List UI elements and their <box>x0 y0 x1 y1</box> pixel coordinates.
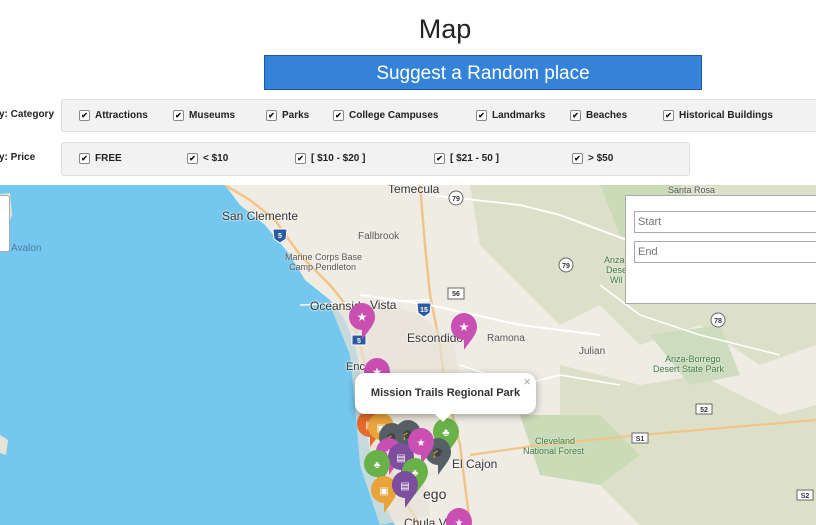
checkbox-checked-icon[interactable]: ✔ <box>333 110 344 121</box>
checkbox-checked-icon[interactable]: ✔ <box>295 153 306 164</box>
tree-icon: ♣ <box>442 427 449 439</box>
checkbox-price-10-20[interactable]: ✔[ $10 - $20 ] <box>295 153 365 164</box>
checkbox-college-campuses[interactable]: ✔ College Campuses <box>333 110 438 121</box>
star-icon: ★ <box>455 518 464 525</box>
popup-close-icon[interactable]: × <box>523 374 531 389</box>
category-filter-panel: ✔ Attractions ✔ Museums ✔ Parks ✔ College Ca… <box>61 99 816 132</box>
checkbox-attractions[interactable]: ✔ Attractions <box>79 110 148 121</box>
marker-attraction-chula-vista[interactable]: ★ <box>446 508 472 525</box>
directions-panel <box>625 195 816 304</box>
marker-attraction-oceanside[interactable]: ★ <box>349 303 375 340</box>
document-icon: ▤ <box>396 453 405 464</box>
price-filter-label: y: Price <box>0 152 36 163</box>
image-icon: ▣ <box>379 486 388 497</box>
price-filter-panel: ✔ FREE ✔ < $10 ✔[ $10 - $20 ] ✔[ $21 - 50 … <box>61 142 690 176</box>
checkbox-museums[interactable]: ✔ Museums <box>173 110 235 121</box>
checkbox-price-under-10[interactable]: ✔ < $10 <box>187 153 228 164</box>
checkbox-checked-icon[interactable]: ✔ <box>79 153 90 164</box>
graduation-cap-icon: 🎓 <box>432 447 444 459</box>
checkbox-price-over-50[interactable]: ✔ > $50 <box>572 153 613 164</box>
checkbox-checked-icon[interactable]: ✔ <box>79 110 90 121</box>
map-zoom-control[interactable] <box>0 195 10 252</box>
page-title: Map <box>418 14 472 44</box>
checkbox-checked-icon[interactable]: ✔ <box>266 110 277 121</box>
checkbox-price-free[interactable]: ✔ FREE <box>79 153 122 164</box>
popup-tip <box>435 414 451 422</box>
marker-attraction-escondido[interactable]: ★ <box>451 313 477 350</box>
checkbox-checked-icon[interactable]: ✔ <box>187 153 198 164</box>
suggest-random-place-button[interactable]: Suggest a Random place <box>264 55 702 90</box>
checkbox-checked-icon[interactable]: ✔ <box>476 110 487 121</box>
checkbox-historical-buildings[interactable]: ✔ Historical Buildings <box>663 110 773 121</box>
end-input[interactable] <box>634 241 816 263</box>
star-icon: ★ <box>357 310 368 324</box>
checkbox-beaches[interactable]: ✔ Beaches <box>570 110 627 121</box>
marker-historical-2[interactable]: ▤ <box>392 471 418 508</box>
checkbox-checked-icon[interactable]: ✔ <box>572 153 583 164</box>
tree-icon: ♣ <box>374 460 381 471</box>
checkbox-checked-icon[interactable]: ✔ <box>570 110 581 121</box>
start-input[interactable] <box>634 211 816 233</box>
checkbox-parks[interactable]: ✔ Parks <box>266 110 309 121</box>
checkbox-checked-icon[interactable]: ✔ <box>663 110 674 121</box>
map-popup: Mission Trails Regional Park × <box>355 373 536 422</box>
checkbox-checked-icon[interactable]: ✔ <box>173 110 184 121</box>
star-icon: ★ <box>459 320 470 334</box>
checkbox-checked-icon[interactable]: ✔ <box>434 153 445 164</box>
popup-title: Mission Trails Regional Park <box>370 387 521 399</box>
star-icon: ★ <box>417 438 426 449</box>
checkbox-price-21-50[interactable]: ✔[ $21 - 50 ] <box>434 153 499 164</box>
checkbox-landmarks[interactable]: ✔ Landmarks <box>476 110 545 121</box>
document-icon: ▤ <box>400 481 409 492</box>
category-filter-label: y: Category <box>0 109 55 120</box>
